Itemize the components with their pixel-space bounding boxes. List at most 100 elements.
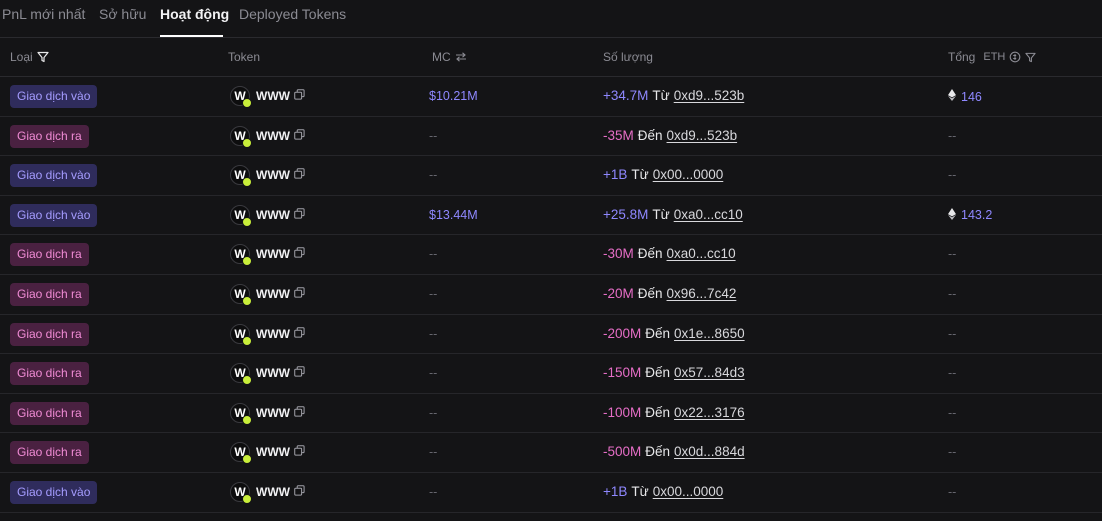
address-link[interactable]: 0xd9...523b [674, 88, 745, 103]
verified-badge-icon [242, 98, 252, 108]
market-cap-value: -- [429, 445, 438, 460]
amount-value: +1B [603, 484, 628, 499]
verified-badge-icon [242, 177, 252, 188]
token-symbol: WWW [256, 485, 290, 499]
amount-value: +34.7M [603, 88, 649, 103]
amount-value: -20M [603, 286, 634, 301]
column-total: Tổng ETH [948, 50, 1036, 64]
copy-icon[interactable] [294, 166, 305, 184]
table-row[interactable]: Giao dịch ra W WWW -- -100M Đến 0x22...317… [0, 394, 1102, 434]
amount-value: -500M [603, 444, 642, 460]
quantity-cell: -35M Đến 0xd9...523b [603, 128, 737, 143]
token-cell: W WWW [230, 323, 305, 346]
column-type: Loại [10, 50, 49, 64]
token-avatar: W [230, 323, 252, 346]
type-badge: Giao dịch ra [10, 243, 89, 267]
table-row[interactable]: Giao dịch ra W WWW -- -20M Đến 0x96...7c42… [0, 275, 1102, 315]
address-link[interactable]: 0xa0...cc10 [674, 207, 743, 222]
token-avatar: W [230, 244, 252, 267]
amount-value: +1B [603, 167, 628, 183]
tab-activity[interactable]: Hoạt động [160, 6, 229, 22]
swap-icon[interactable] [455, 52, 467, 62]
copy-icon[interactable] [294, 483, 305, 501]
table-row[interactable]: Giao dịch ra W WWW -- -150M Đến 0x57...84d… [0, 354, 1102, 394]
address-link[interactable]: 0xa0...cc10 [667, 246, 736, 261]
filter-icon[interactable] [1025, 52, 1036, 63]
copy-icon[interactable] [294, 87, 305, 105]
total-value: -- [948, 326, 957, 341]
total-value: -- [948, 445, 957, 460]
type-badge: Giao dịch ra [10, 441, 89, 465]
market-cap-value: -- [429, 485, 438, 499]
tab-pnl[interactable]: PnL mới nhất [2, 6, 85, 22]
amount-value: -35M [603, 127, 634, 143]
total-cell: -- [948, 406, 956, 420]
quantity-cell: -150M Đến 0x57...84d3 [603, 365, 745, 380]
table-row[interactable]: Giao dịch ra W WWW -- -200M Đến 0x1e...865… [0, 315, 1102, 355]
total-cell: -- [948, 485, 956, 499]
quantity-cell: -200M Đến 0x1e...8650 [603, 326, 745, 341]
table-row[interactable]: Giao dịch vào W WWW -- +1B Từ 0x00...0000 … [0, 473, 1102, 513]
token-symbol: WWW [256, 128, 290, 143]
table-row[interactable]: Giao dịch ra W WWW -- -500M Đến 0x0d...884… [0, 433, 1102, 473]
token-symbol: WWW [256, 366, 290, 381]
copy-icon[interactable] [294, 404, 305, 422]
token-avatar: W [230, 402, 252, 425]
total-cell: 146 [948, 89, 982, 104]
token-cell: W WWW [230, 284, 305, 306]
token-avatar: W [230, 442, 252, 465]
address-link[interactable]: 0xd9...523b [667, 128, 738, 143]
tab-deployed-tokens[interactable]: Deployed Tokens [239, 6, 346, 22]
column-token-label: Token [228, 50, 261, 64]
copy-icon[interactable] [294, 245, 305, 263]
active-tab-indicator [160, 35, 223, 37]
address-link[interactable]: 0x57...84d3 [674, 365, 745, 380]
address-link[interactable]: 0x0d...884d [674, 444, 745, 459]
copy-icon[interactable] [294, 285, 305, 303]
column-quantity: Số lượng [603, 50, 653, 64]
address-link[interactable]: 0x00...0000 [653, 484, 724, 499]
verified-badge-icon [242, 137, 252, 148]
copy-icon[interactable] [294, 127, 305, 145]
tab-bar: PnL mới nhất Sở hữu Hoạt động Deployed T… [0, 0, 1102, 38]
table-row[interactable]: Giao dịch ra W WWW -- -30M Đến 0xa0...cc10… [0, 235, 1102, 275]
token-symbol: WWW [256, 247, 290, 262]
market-cap-value: -- [429, 366, 438, 381]
address-link[interactable]: 0x00...0000 [653, 167, 724, 182]
token-avatar: W [230, 482, 252, 504]
type-badge: Giao dịch vào [10, 85, 98, 108]
table-row[interactable]: Giao dịch vào W WWW $10.21M +34.7M Từ 0xd9… [0, 77, 1102, 117]
address-link[interactable]: 0x22...3176 [674, 405, 745, 420]
table-header: Loại Token MC Số lượng Tổng ETH [0, 38, 1102, 77]
verified-badge-icon [242, 375, 252, 386]
market-cap-value: $10.21M [429, 89, 478, 103]
market-cap-value: -- [429, 247, 438, 262]
tab-holdings[interactable]: Sở hữu [99, 6, 146, 22]
verified-badge-icon [242, 296, 252, 306]
token-symbol: WWW [256, 405, 290, 420]
type-badge: Giao dịch ra [10, 283, 89, 306]
amount-value: -200M [603, 325, 642, 341]
copy-icon[interactable] [294, 325, 305, 343]
copy-icon[interactable] [294, 364, 305, 382]
total-value: -- [948, 287, 957, 301]
verified-badge-icon [242, 494, 252, 504]
table-row[interactable]: Giao dịch vào W WWW $13.44M +25.8M Từ 0xa0… [0, 196, 1102, 236]
copy-icon[interactable] [294, 206, 305, 224]
token-avatar: W [230, 204, 252, 227]
total-value: -- [948, 247, 957, 262]
market-cap-value: -- [429, 287, 438, 301]
total-cell: -- [948, 445, 956, 459]
address-link[interactable]: 0x1e...8650 [674, 326, 745, 341]
market-cap-value: $13.44M [429, 207, 478, 222]
filter-icon[interactable] [37, 51, 49, 63]
total-cell: 143.2 [948, 207, 992, 223]
address-link[interactable]: 0x96...7c42 [667, 286, 737, 301]
currency-toggle-icon[interactable] [1009, 51, 1021, 63]
direction-label: Đến [637, 286, 663, 301]
copy-icon[interactable] [294, 443, 305, 461]
token-cell: W WWW [230, 244, 305, 267]
table-row[interactable]: Giao dịch vào W WWW -- +1B Từ 0x00...0000 … [0, 156, 1102, 196]
quantity-cell: +25.8M Từ 0xa0...cc10 [603, 207, 743, 222]
table-row[interactable]: Giao dịch ra W WWW -- -35M Đến 0xd9...523b… [0, 117, 1102, 157]
